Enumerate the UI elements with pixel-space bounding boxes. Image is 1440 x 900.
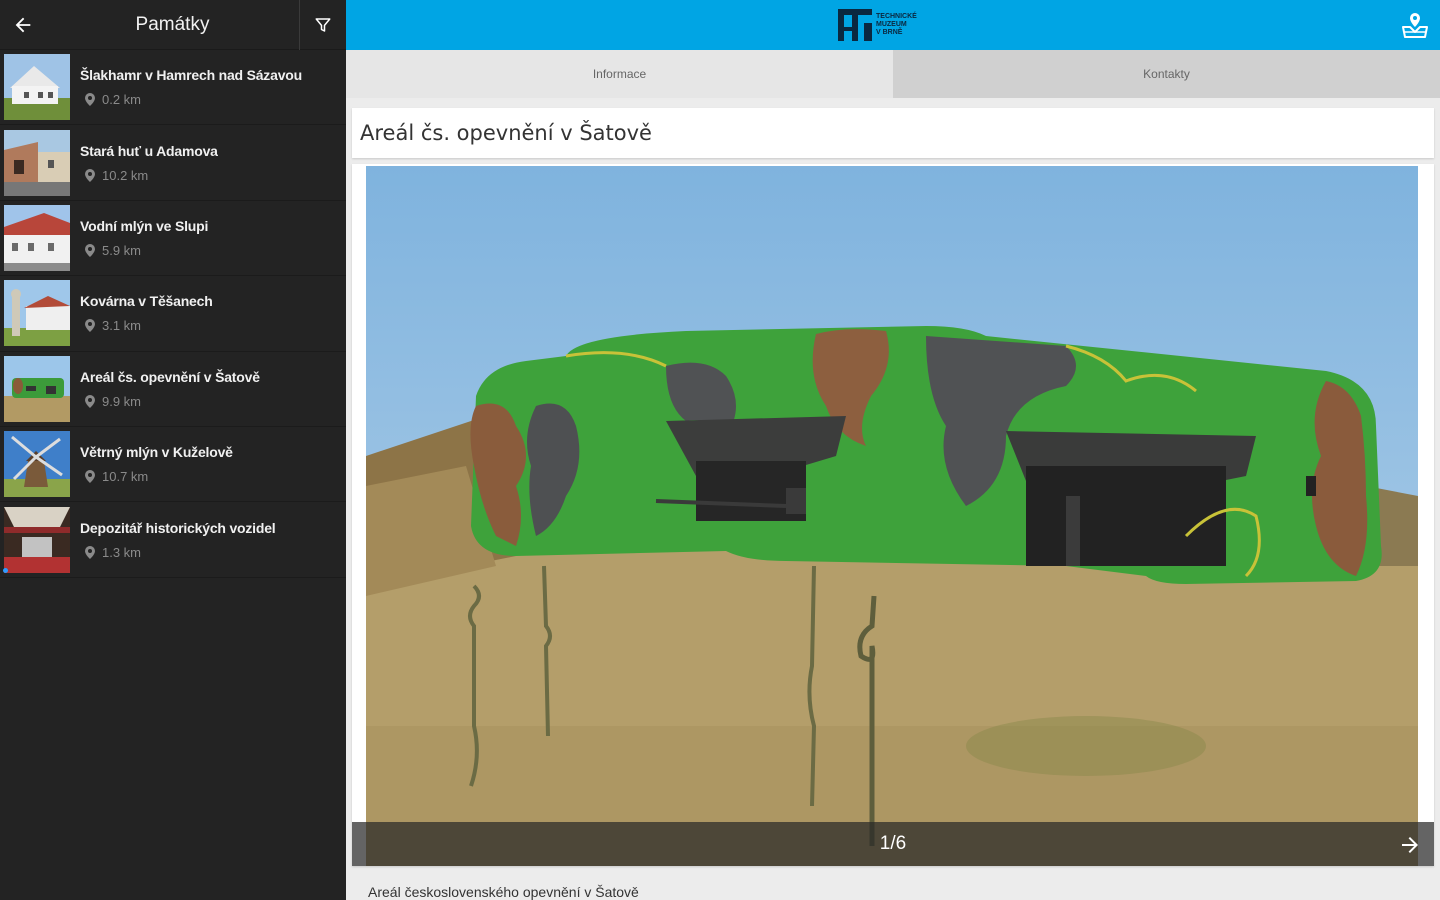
sidebar: Památky Šlakhamr v Hamrech nad Sázavou 0… bbox=[0, 0, 346, 900]
back-button[interactable] bbox=[0, 0, 46, 50]
map-pin-icon bbox=[1402, 13, 1428, 38]
list-item[interactable]: Stará huť u Adamova 10.2 km bbox=[0, 125, 346, 201]
page-title: Areál čs. opevnění v Šatově bbox=[360, 121, 652, 145]
item-name: Kovárna v Těšanech bbox=[80, 293, 213, 310]
logo-text-line: TECHNICKÉ bbox=[876, 13, 917, 20]
thumbnail-image bbox=[4, 506, 70, 573]
list-item[interactable]: Šlakhamr v Hamrech nad Sázavou 0.2 km bbox=[0, 50, 346, 126]
filter-button[interactable] bbox=[300, 0, 346, 50]
selection-indicator bbox=[3, 567, 8, 573]
description-text: Areál československého opevnění v Šatově bbox=[368, 884, 639, 900]
item-name: Větrný mlýn v Kuželově bbox=[80, 444, 233, 461]
tab-bar: Informace Kontakty bbox=[346, 50, 1440, 98]
item-name: Vodní mlýn ve Slupi bbox=[80, 217, 209, 234]
thumbnail-image bbox=[4, 280, 70, 347]
item-distance: 1.3 km bbox=[102, 544, 142, 560]
location-pin-icon bbox=[85, 319, 95, 333]
list-item[interactable]: Depozitář historických vozidel 1.3 km bbox=[0, 502, 346, 578]
location-pin-icon bbox=[85, 93, 95, 107]
item-distance: 10.7 km bbox=[102, 469, 149, 485]
item-distance: 3.1 km bbox=[102, 318, 142, 334]
item-name: Stará huť u Adamova bbox=[80, 142, 218, 159]
location-pin-icon bbox=[85, 168, 95, 182]
location-pin-icon bbox=[85, 545, 95, 559]
item-distance: 5.9 km bbox=[102, 242, 142, 258]
thumbnail-image bbox=[4, 431, 70, 498]
thumbnail-image bbox=[4, 204, 70, 271]
item-distance: 9.9 km bbox=[102, 393, 142, 409]
logo-text-line: MUZEUM bbox=[876, 21, 907, 28]
thumbnail-image bbox=[4, 355, 70, 422]
title-card: Areál čs. opevnění v Šatově bbox=[352, 108, 1434, 158]
list-item[interactable]: Kovárna v Těšanech 3.1 km bbox=[0, 276, 346, 352]
gallery-controls: 1/6 bbox=[352, 822, 1434, 866]
thumbnail-image bbox=[4, 54, 70, 121]
map-button[interactable] bbox=[1400, 11, 1430, 39]
photo-gallery[interactable]: 1/6 bbox=[352, 164, 1434, 866]
item-distance: 10.2 km bbox=[102, 167, 149, 183]
gallery-photo bbox=[366, 166, 1418, 866]
arrow-right-icon bbox=[1402, 837, 1418, 853]
sidebar-header: Památky bbox=[0, 0, 346, 50]
arrow-left-icon bbox=[15, 17, 31, 32]
next-photo-button[interactable] bbox=[1398, 833, 1422, 857]
logo-mark-icon bbox=[838, 9, 872, 41]
thumbnail-image bbox=[4, 129, 70, 196]
item-distance: 0.2 km bbox=[102, 92, 142, 108]
logo-text-line: V BRNĚ bbox=[876, 29, 903, 36]
monument-list: Šlakhamr v Hamrech nad Sázavou 0.2 km St… bbox=[0, 50, 346, 578]
museum-logo: TECHNICKÉ MUZEUM V BRNĚ bbox=[838, 9, 917, 41]
tab-kontakty[interactable]: Kontakty bbox=[893, 50, 1440, 98]
list-item[interactable]: Vodní mlýn ve Slupi 5.9 km bbox=[0, 201, 346, 277]
location-pin-icon bbox=[85, 394, 95, 408]
tab-informace[interactable]: Informace bbox=[346, 50, 893, 98]
detail-content: Areál čs. opevnění v Šatově 1/6 Areál če… bbox=[346, 98, 1440, 900]
location-pin-icon bbox=[85, 243, 95, 257]
item-name: Areál čs. opevnění v Šatově bbox=[80, 368, 260, 385]
gallery-counter: 1/6 bbox=[879, 833, 907, 854]
sidebar-title: Památky bbox=[135, 13, 210, 35]
item-name: Šlakhamr v Hamrech nad Sázavou bbox=[80, 67, 302, 84]
location-pin-icon bbox=[85, 470, 95, 484]
item-name: Depozitář historických vozidel bbox=[80, 519, 276, 536]
list-item[interactable]: Areál čs. opevnění v Šatově 9.9 km bbox=[0, 352, 346, 427]
list-item[interactable]: Větrný mlýn v Kuželově 10.7 km bbox=[0, 427, 346, 503]
app-bar: TECHNICKÉ MUZEUM V BRNĚ bbox=[346, 0, 1440, 50]
filter-icon bbox=[315, 17, 331, 32]
